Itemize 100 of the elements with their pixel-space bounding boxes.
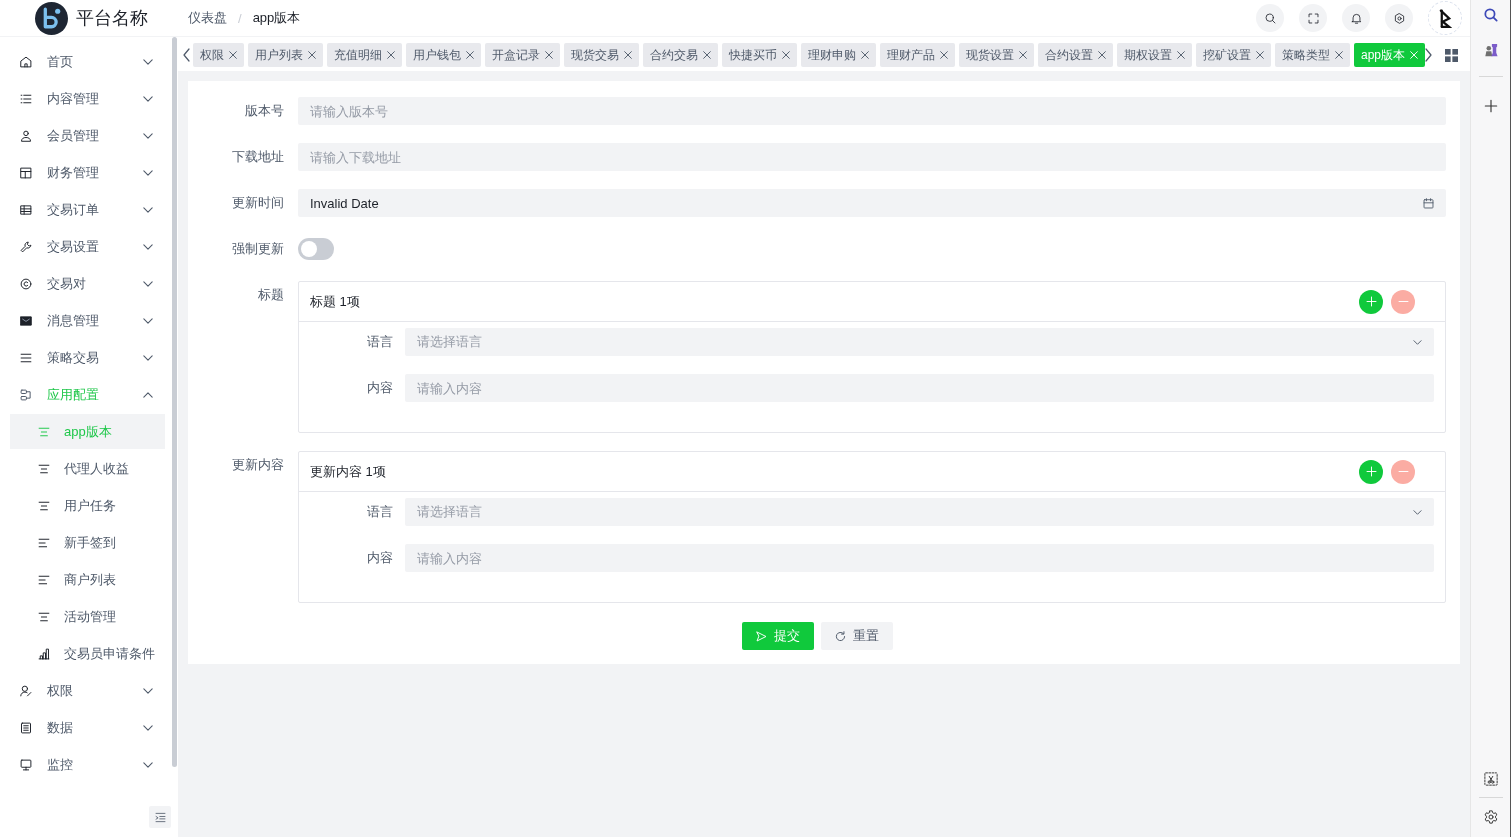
field-label: 内容 — [366, 379, 393, 397]
align-center-icon — [38, 425, 50, 438]
collapse-button[interactable] — [149, 806, 171, 828]
tab[interactable]: 充值明细 — [327, 43, 402, 67]
tab[interactable]: 理财申购 — [801, 43, 876, 67]
close-icon[interactable] — [387, 51, 395, 59]
tab[interactable]: 快捷买币 — [722, 43, 797, 67]
tab[interactable]: 开盒记录 — [485, 43, 560, 67]
table-icon — [20, 203, 32, 216]
menu-item[interactable]: 交易订单 — [0, 192, 172, 227]
close-icon[interactable] — [1335, 51, 1343, 59]
close-icon[interactable] — [1019, 51, 1027, 59]
close-icon[interactable] — [703, 51, 711, 59]
menu-item[interactable]: 财务管理 — [0, 155, 172, 190]
chevron-right-icon[interactable] — [1425, 48, 1433, 62]
field-label: 下载地址 — [231, 148, 284, 166]
menu-item[interactable]: 数据 — [0, 710, 172, 745]
close-icon[interactable] — [1098, 51, 1106, 59]
breadcrumb-item[interactable]: 仪表盘 — [188, 9, 227, 27]
chevron-down-icon — [1413, 509, 1422, 515]
bell-icon — [1350, 12, 1362, 24]
layout-icon — [20, 166, 32, 179]
envelope-icon — [20, 314, 32, 327]
menu-item[interactable]: 会员管理 — [0, 118, 172, 153]
submenu-item[interactable]: 商户列表 — [10, 562, 165, 597]
field-label: 更新内容 — [231, 456, 284, 474]
input-field[interactable]: 请输入内容 — [405, 544, 1434, 572]
menu-item[interactable]: 消息管理 — [0, 303, 172, 338]
field-label: 版本号 — [244, 102, 284, 120]
settings-icon[interactable] — [1483, 810, 1498, 824]
list-box-icon — [20, 721, 32, 734]
input-field[interactable]: 请输入内容 — [405, 374, 1434, 402]
submenu-item[interactable]: 用户任务 — [10, 488, 165, 523]
screenshot-icon[interactable] — [1483, 772, 1498, 786]
menu-item[interactable]: 策略交易 — [0, 340, 172, 375]
tab[interactable]: 用户列表 — [248, 43, 323, 67]
align-center-icon — [38, 610, 50, 623]
menu-item[interactable]: 权限 — [0, 673, 172, 708]
menu-item[interactable]: 交易对 — [0, 266, 172, 301]
chevron-left-icon[interactable] — [183, 48, 190, 62]
submenu-item[interactable]: 代理人收益 — [10, 451, 165, 486]
field-label: 更新时间 — [231, 194, 284, 212]
submenu-item[interactable]: 活动管理 — [10, 599, 165, 634]
tab[interactable]: 合约交易 — [643, 43, 718, 67]
tab[interactable]: 策略类型 — [1275, 43, 1350, 67]
close-icon[interactable] — [545, 51, 553, 59]
grid-icon[interactable] — [1445, 48, 1459, 62]
plus-icon[interactable] — [1483, 99, 1498, 113]
menu-item[interactable]: 内容管理 — [0, 81, 172, 116]
close-icon[interactable] — [861, 51, 869, 59]
search-icon[interactable] — [1483, 8, 1498, 22]
date-field[interactable]: Invalid Date — [298, 189, 1446, 217]
home-icon — [20, 55, 32, 68]
tab[interactable]: 用户钱包 — [406, 43, 481, 67]
tab[interactable]: 权限 — [193, 43, 244, 67]
nodes-icon — [20, 388, 32, 401]
notifications-button[interactable] — [1342, 4, 1370, 32]
close-icon[interactable] — [466, 51, 474, 59]
align-center-icon — [38, 499, 50, 512]
send-icon — [755, 630, 767, 642]
brand-name: 平台名称 — [76, 7, 148, 30]
close-icon[interactable] — [1256, 51, 1264, 59]
menu-item[interactable]: 监控 — [0, 747, 172, 782]
close-icon[interactable] — [229, 51, 237, 59]
fullscreen-button[interactable] — [1299, 4, 1327, 32]
copyright-icon — [20, 277, 32, 290]
search-button[interactable] — [1256, 4, 1284, 32]
field-label: 语言 — [366, 333, 393, 351]
submenu-item[interactable]: 新手签到 — [10, 525, 165, 560]
input-field[interactable]: 请输入版本号 — [298, 97, 1446, 125]
scrollbar-thumb[interactable] — [172, 37, 177, 767]
reset-button[interactable]: 重置 — [820, 622, 893, 650]
close-icon[interactable] — [940, 51, 948, 59]
game-piece-icon[interactable] — [1483, 43, 1498, 57]
avatar[interactable] — [1428, 1, 1462, 35]
indent-icon — [154, 811, 166, 823]
close-icon[interactable] — [1177, 51, 1185, 59]
close-icon[interactable] — [308, 51, 316, 59]
chevron-down-icon — [1413, 339, 1422, 345]
close-icon[interactable] — [624, 51, 632, 59]
tab[interactable]: 挖矿设置 — [1196, 43, 1271, 67]
toggle-switch[interactable] — [298, 238, 334, 260]
submenu-item[interactable]: 交易员申请条件 — [10, 636, 165, 671]
field-label: 标题 — [257, 286, 284, 304]
field-label: 语言 — [366, 503, 393, 521]
settings-button[interactable] — [1385, 4, 1413, 32]
tab[interactable]: 期权设置 — [1117, 43, 1192, 67]
tab[interactable]: 理财产品 — [880, 43, 955, 67]
calendar-icon — [1423, 197, 1434, 209]
wrench-icon — [20, 240, 32, 253]
menu-item[interactable]: 交易设置 — [0, 229, 172, 264]
input-field[interactable]: 请输入下载地址 — [298, 143, 1446, 171]
tab[interactable]: 现货交易 — [564, 43, 639, 67]
tab[interactable]: 合约设置 — [1038, 43, 1113, 67]
menu-item[interactable]: 首页 — [0, 44, 172, 79]
tab[interactable]: 现货设置 — [959, 43, 1034, 67]
field-label: 内容 — [366, 549, 393, 567]
close-icon[interactable] — [782, 51, 790, 59]
plus-icon — [1365, 466, 1377, 477]
fullscreen-icon — [1307, 12, 1319, 24]
